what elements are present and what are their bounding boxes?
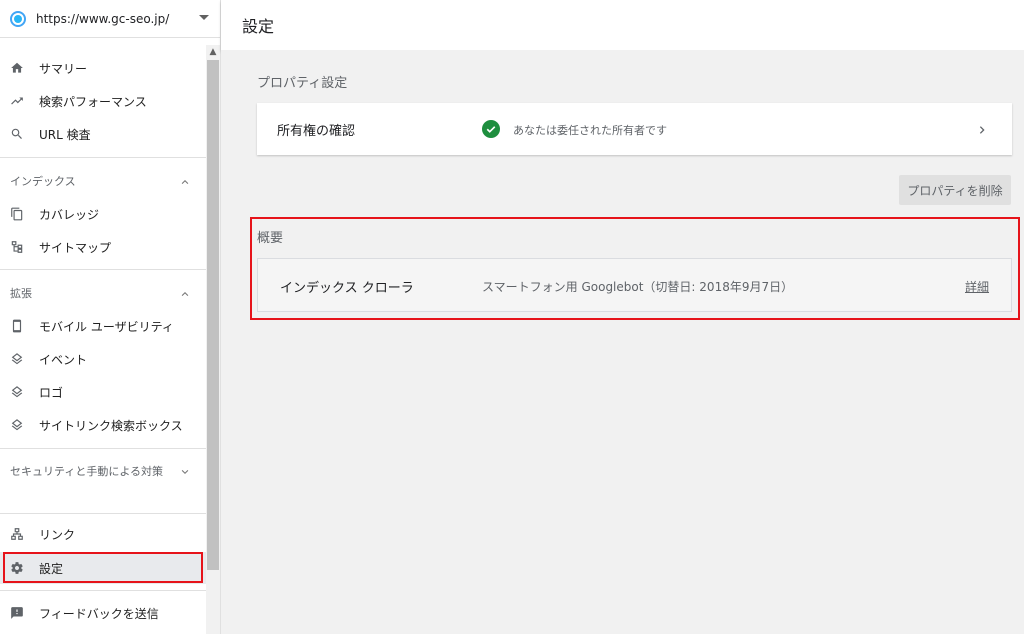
sidebar-item-mobile-usability[interactable]: モバイル ユーザビリティ bbox=[0, 310, 206, 342]
sidebar: https://www.gc-seo.jp/ ▲ サマリー 検索パフォーマンス … bbox=[0, 0, 221, 634]
sidebar-item-label: モバイル ユーザビリティ bbox=[39, 319, 174, 334]
divider bbox=[0, 448, 206, 449]
search-icon bbox=[10, 127, 24, 141]
divider bbox=[0, 269, 206, 270]
sidebar-item-links[interactable]: リンク bbox=[0, 518, 206, 550]
section-header-label: セキュリティと手動による対策 bbox=[10, 465, 164, 478]
top-bar: 設定 bbox=[221, 0, 1024, 50]
sidebar-item-label: 検索パフォーマンス bbox=[39, 94, 147, 109]
sidebar-item-coverage[interactable]: カバレッジ bbox=[0, 198, 206, 230]
sidebar-item-label: ロゴ bbox=[39, 385, 64, 400]
layers-icon bbox=[10, 352, 24, 366]
sidebar-item-label: サマリー bbox=[39, 61, 88, 76]
sidebar-item-url-inspection[interactable]: URL 検査 bbox=[0, 118, 206, 150]
section-title-property-settings: プロパティ設定 bbox=[257, 76, 348, 91]
section-header-index[interactable]: インデックス bbox=[0, 174, 206, 190]
section-header-enhancements[interactable]: 拡張 bbox=[0, 286, 206, 302]
sidebar-item-performance[interactable]: 検索パフォーマンス bbox=[0, 85, 206, 117]
layers-icon bbox=[10, 418, 24, 432]
divider bbox=[0, 157, 206, 158]
sidebar-item-summary[interactable]: サマリー bbox=[0, 52, 206, 84]
chevron-up-icon bbox=[180, 288, 190, 298]
property-url: https://www.gc-seo.jp/ bbox=[36, 11, 170, 26]
feedback-label: フィードバックを送信 bbox=[39, 606, 159, 621]
check-circle-icon bbox=[482, 120, 500, 138]
feedback-icon bbox=[10, 606, 24, 620]
divider bbox=[0, 590, 206, 591]
sidebar-item-label: イベント bbox=[39, 352, 88, 367]
layers-icon bbox=[10, 385, 24, 399]
main-content: プロパティ設定 所有権の確認 あなたは委任された所有者です プロパティを削除 概… bbox=[221, 50, 1024, 634]
sidebar-item-label: カバレッジ bbox=[39, 207, 100, 222]
scroll-up-arrow-icon[interactable]: ▲ bbox=[206, 45, 220, 59]
sidebar-item-label: サイトマップ bbox=[39, 240, 112, 255]
dropdown-caret-icon[interactable] bbox=[199, 15, 209, 20]
section-header-security[interactable]: セキュリティと手動による対策 bbox=[0, 464, 206, 480]
ownership-title: 所有権の確認 bbox=[277, 124, 356, 139]
property-icon bbox=[10, 10, 26, 27]
home-icon bbox=[10, 61, 24, 75]
chevron-right-icon[interactable] bbox=[977, 122, 987, 136]
sidebar-item-label: リンク bbox=[39, 527, 76, 542]
chevron-down-icon bbox=[180, 466, 190, 476]
highlight-box-overview bbox=[250, 217, 1020, 320]
property-selector[interactable]: https://www.gc-seo.jp/ bbox=[0, 0, 221, 38]
chevron-up-icon bbox=[180, 176, 190, 186]
sidebar-item-sitelinks-searchbox[interactable]: サイトリンク検索ボックス bbox=[0, 409, 206, 441]
section-header-label: 拡張 bbox=[10, 287, 32, 300]
page-title: 設定 bbox=[242, 17, 275, 36]
copy-icon bbox=[10, 207, 24, 221]
ownership-status: あなたは委任された所有者です bbox=[513, 124, 667, 137]
sidebar-item-label: URL 検査 bbox=[39, 127, 91, 142]
sidebar-item-logo[interactable]: ロゴ bbox=[0, 376, 206, 408]
divider bbox=[0, 513, 206, 514]
feedback-button[interactable]: フィードバックを送信 bbox=[0, 597, 206, 629]
section-header-label: インデックス bbox=[10, 175, 76, 188]
sidebar-item-events[interactable]: イベント bbox=[0, 343, 206, 375]
smartphone-icon bbox=[10, 319, 24, 333]
sidebar-item-sitemaps[interactable]: サイトマップ bbox=[0, 231, 206, 263]
links-icon bbox=[10, 527, 24, 541]
sidebar-item-label: サイトリンク検索ボックス bbox=[39, 418, 183, 433]
delete-property-button[interactable]: プロパティを削除 bbox=[899, 175, 1011, 205]
highlight-box-settings bbox=[3, 552, 203, 583]
trending-up-icon bbox=[10, 94, 24, 108]
sidebar-nav: ▲ サマリー 検索パフォーマンス URL 検査 インデックス カバレッジ サイト… bbox=[0, 45, 221, 634]
scrollbar-thumb[interactable] bbox=[207, 60, 219, 570]
sitemap-icon bbox=[10, 240, 24, 254]
ownership-verification-card[interactable]: 所有権の確認 あなたは委任された所有者です bbox=[257, 103, 1012, 155]
